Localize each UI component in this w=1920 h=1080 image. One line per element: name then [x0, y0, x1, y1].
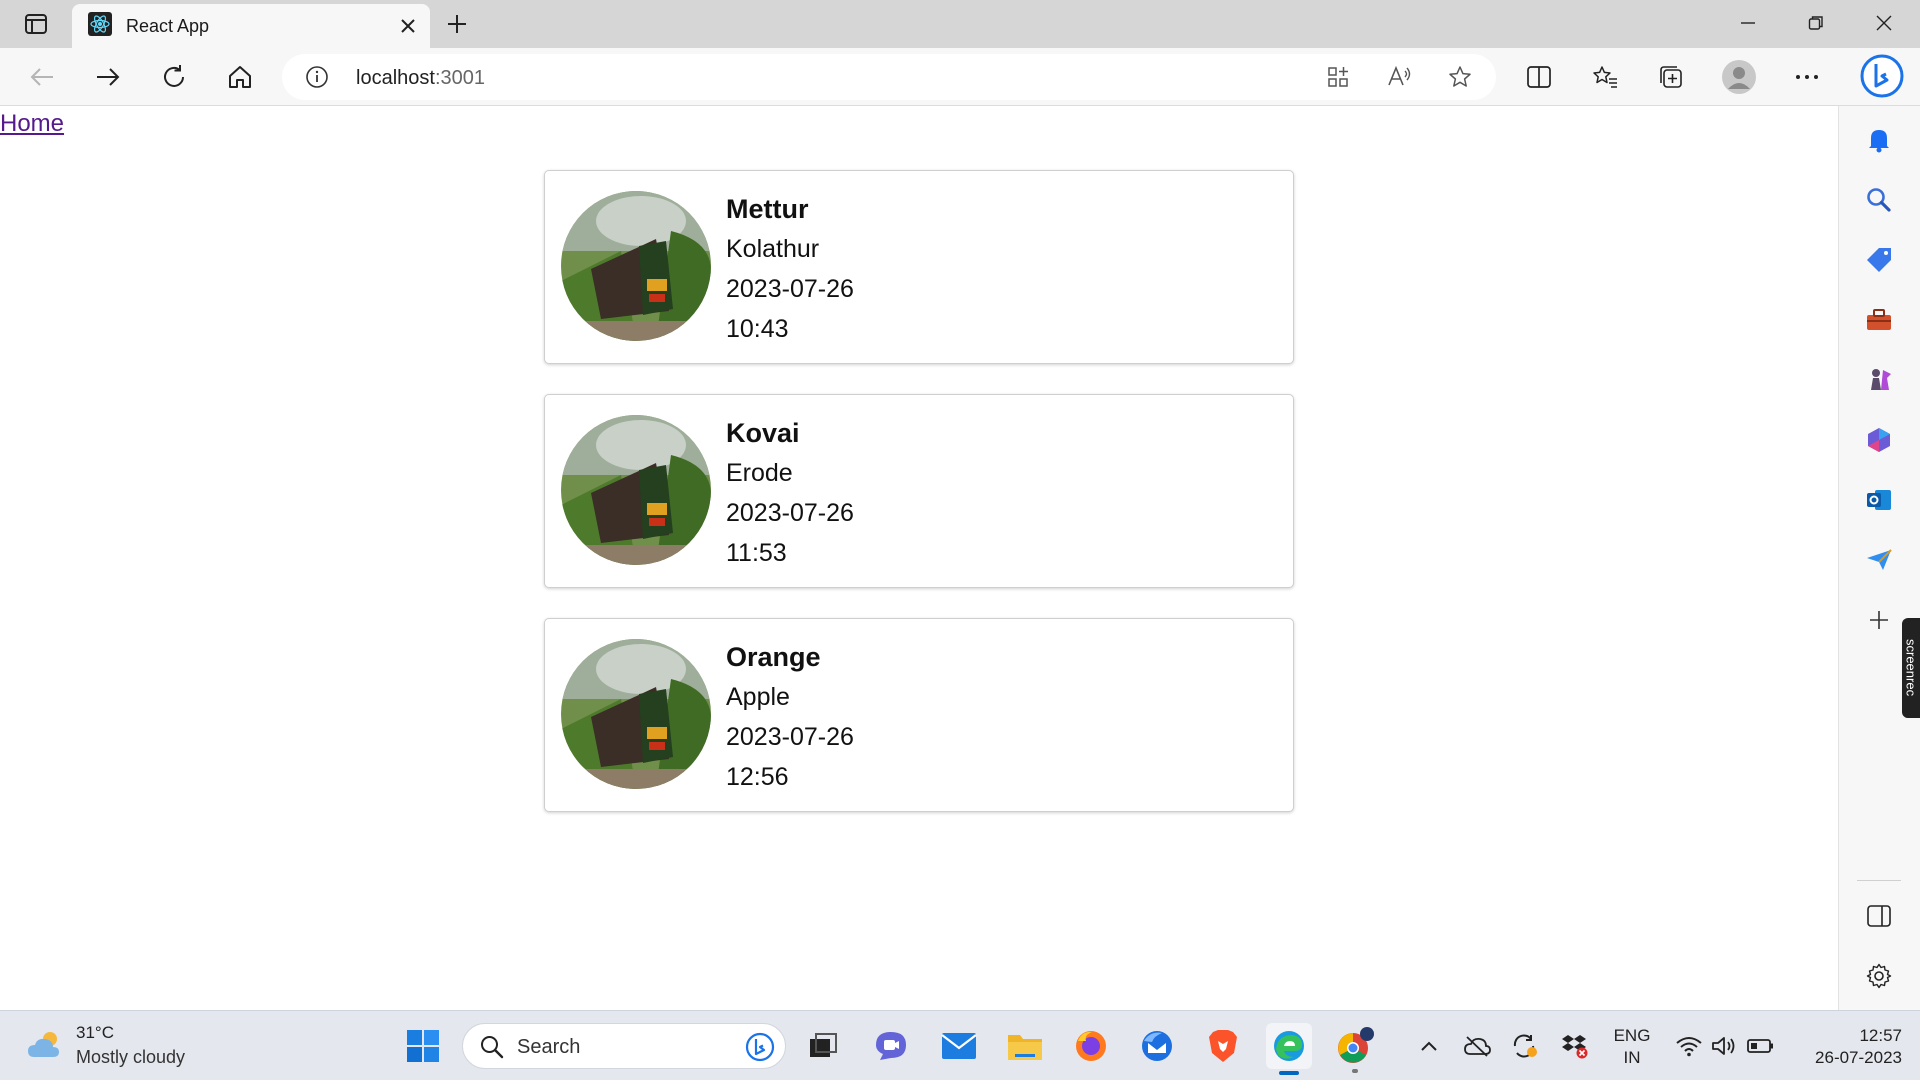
settings-gear-icon[interactable]: [1861, 958, 1897, 994]
page-content: Home Mettur Kolathur 2023-07-26 10:43 Ko…: [0, 106, 1838, 1010]
firefox-icon[interactable]: [1068, 1023, 1114, 1069]
trip-card: Orange Apple 2023-07-26 12:56: [544, 618, 1294, 812]
url-port: :3001: [434, 67, 485, 89]
active-app-indicator: [1279, 1071, 1299, 1075]
site-info-icon[interactable]: [304, 64, 330, 90]
app-available-icon[interactable]: [1324, 63, 1352, 91]
new-tab-icon[interactable]: [442, 10, 472, 38]
refresh-icon[interactable]: [154, 58, 194, 96]
url-host: localhost: [356, 67, 435, 89]
open-app-indicator: [1352, 1069, 1358, 1073]
task-view-icon[interactable]: [800, 1023, 846, 1069]
clock-time: 12:57: [1859, 1026, 1902, 1045]
favorites-icon[interactable]: [1586, 58, 1624, 96]
train-image: [561, 191, 711, 341]
tab-actions-icon[interactable]: [18, 10, 54, 38]
card-time: 12:56: [726, 763, 789, 791]
taskbar-search-box[interactable]: Search: [462, 1023, 786, 1069]
mail-icon[interactable]: [936, 1023, 982, 1069]
volume-speaker-icon[interactable]: [1710, 1031, 1740, 1061]
close-tab-icon[interactable]: [396, 14, 420, 38]
file-explorer-icon[interactable]: [1002, 1023, 1048, 1069]
forward-icon[interactable]: [88, 58, 128, 96]
clock-date: 26-07-2023: [1815, 1048, 1902, 1067]
games-chess-icon[interactable]: [1861, 362, 1897, 398]
windows-taskbar: 31°C Mostly cloudy Search ENG IN 12:57 2…: [0, 1010, 1920, 1080]
search-label: Search: [517, 1036, 581, 1058]
sidebar-divider: [1857, 880, 1901, 881]
split-screen-icon[interactable]: [1520, 58, 1558, 96]
notification-bell-icon[interactable]: [1861, 122, 1897, 158]
card-title: Kovai: [726, 418, 800, 448]
system-clock[interactable]: 12:57 26-07-2023: [1790, 1025, 1902, 1069]
tab-title: React App: [126, 15, 210, 36]
address-bar[interactable]: localhost:3001: [282, 54, 1496, 100]
weather-temperature[interactable]: 31°C: [76, 1023, 114, 1043]
sync-status-icon[interactable]: [1510, 1031, 1540, 1061]
card-subtitle: Erode: [726, 459, 793, 487]
train-image: [561, 415, 711, 565]
collections-icon[interactable]: [1652, 58, 1690, 96]
region-code: IN: [1623, 1048, 1641, 1067]
card-title: Mettur: [726, 194, 809, 224]
edge-browser-icon[interactable]: [1266, 1023, 1312, 1075]
browser-tab[interactable]: React App: [72, 4, 430, 48]
language-code: ENG: [1613, 1026, 1651, 1045]
favorite-star-icon[interactable]: [1446, 63, 1474, 91]
card-subtitle: Apple: [726, 683, 790, 711]
send-drop-icon[interactable]: [1861, 542, 1897, 578]
card-title: Orange: [726, 642, 821, 672]
card-time: 10:43: [726, 315, 789, 343]
browser-toolbar: localhost:3001: [0, 48, 1920, 106]
tab-bar: React App: [0, 0, 1920, 48]
bing-icon[interactable]: [745, 1032, 775, 1062]
outlook-icon[interactable]: [1861, 482, 1897, 518]
minimize-icon[interactable]: [1728, 8, 1768, 38]
chrome-icon[interactable]: [1332, 1023, 1378, 1073]
screenrec-tab[interactable]: screenrec: [1902, 618, 1920, 718]
search-icon: [479, 1034, 505, 1060]
trip-card: Kovai Erode 2023-07-26 11:53: [544, 394, 1294, 588]
shopping-tag-icon[interactable]: [1861, 242, 1897, 278]
trip-card: Mettur Kolathur 2023-07-26 10:43: [544, 170, 1294, 364]
wifi-icon[interactable]: [1674, 1031, 1704, 1061]
input-language-indicator[interactable]: ENG IN: [1612, 1025, 1652, 1069]
weather-description[interactable]: Mostly cloudy: [76, 1047, 185, 1068]
bing-copilot-icon[interactable]: [1858, 52, 1906, 100]
microsoft-365-icon[interactable]: [1861, 422, 1897, 458]
home-icon[interactable]: [220, 58, 260, 96]
thunderbird-icon[interactable]: [1134, 1023, 1180, 1069]
back-icon[interactable]: [22, 58, 62, 96]
card-subtitle: Kolathur: [726, 235, 820, 263]
card-time: 11:53: [726, 539, 787, 567]
battery-icon[interactable]: [1746, 1031, 1776, 1061]
url-text[interactable]: localhost:3001: [356, 67, 485, 90]
edge-sidebar: screenrec: [1838, 106, 1920, 1010]
add-sidebar-item-icon[interactable]: [1861, 602, 1897, 638]
teams-chat-icon[interactable]: [868, 1023, 914, 1069]
search-icon[interactable]: [1861, 182, 1897, 218]
card-date: 2023-07-26: [726, 499, 854, 527]
card-date: 2023-07-26: [726, 723, 854, 751]
profile-avatar-icon[interactable]: [1720, 58, 1758, 96]
train-image: [561, 639, 711, 789]
react-logo-icon: [88, 11, 112, 41]
show-hidden-icons-chevron-icon[interactable]: [1414, 1031, 1444, 1061]
cloudy-weather-icon[interactable]: [26, 1029, 66, 1061]
dropbox-error-icon[interactable]: [1560, 1031, 1590, 1061]
onedrive-offline-icon[interactable]: [1462, 1031, 1492, 1061]
tools-toolbox-icon[interactable]: [1861, 302, 1897, 338]
windows-start-icon[interactable]: [400, 1023, 446, 1069]
brave-browser-icon[interactable]: [1200, 1023, 1246, 1069]
more-options-icon[interactable]: [1788, 58, 1826, 96]
restore-icon[interactable]: [1796, 8, 1836, 38]
hide-sidebar-icon[interactable]: [1861, 898, 1897, 934]
home-link[interactable]: Home: [0, 110, 64, 138]
read-aloud-icon[interactable]: [1386, 63, 1414, 91]
card-date: 2023-07-26: [726, 275, 854, 303]
close-window-icon[interactable]: [1864, 8, 1904, 38]
